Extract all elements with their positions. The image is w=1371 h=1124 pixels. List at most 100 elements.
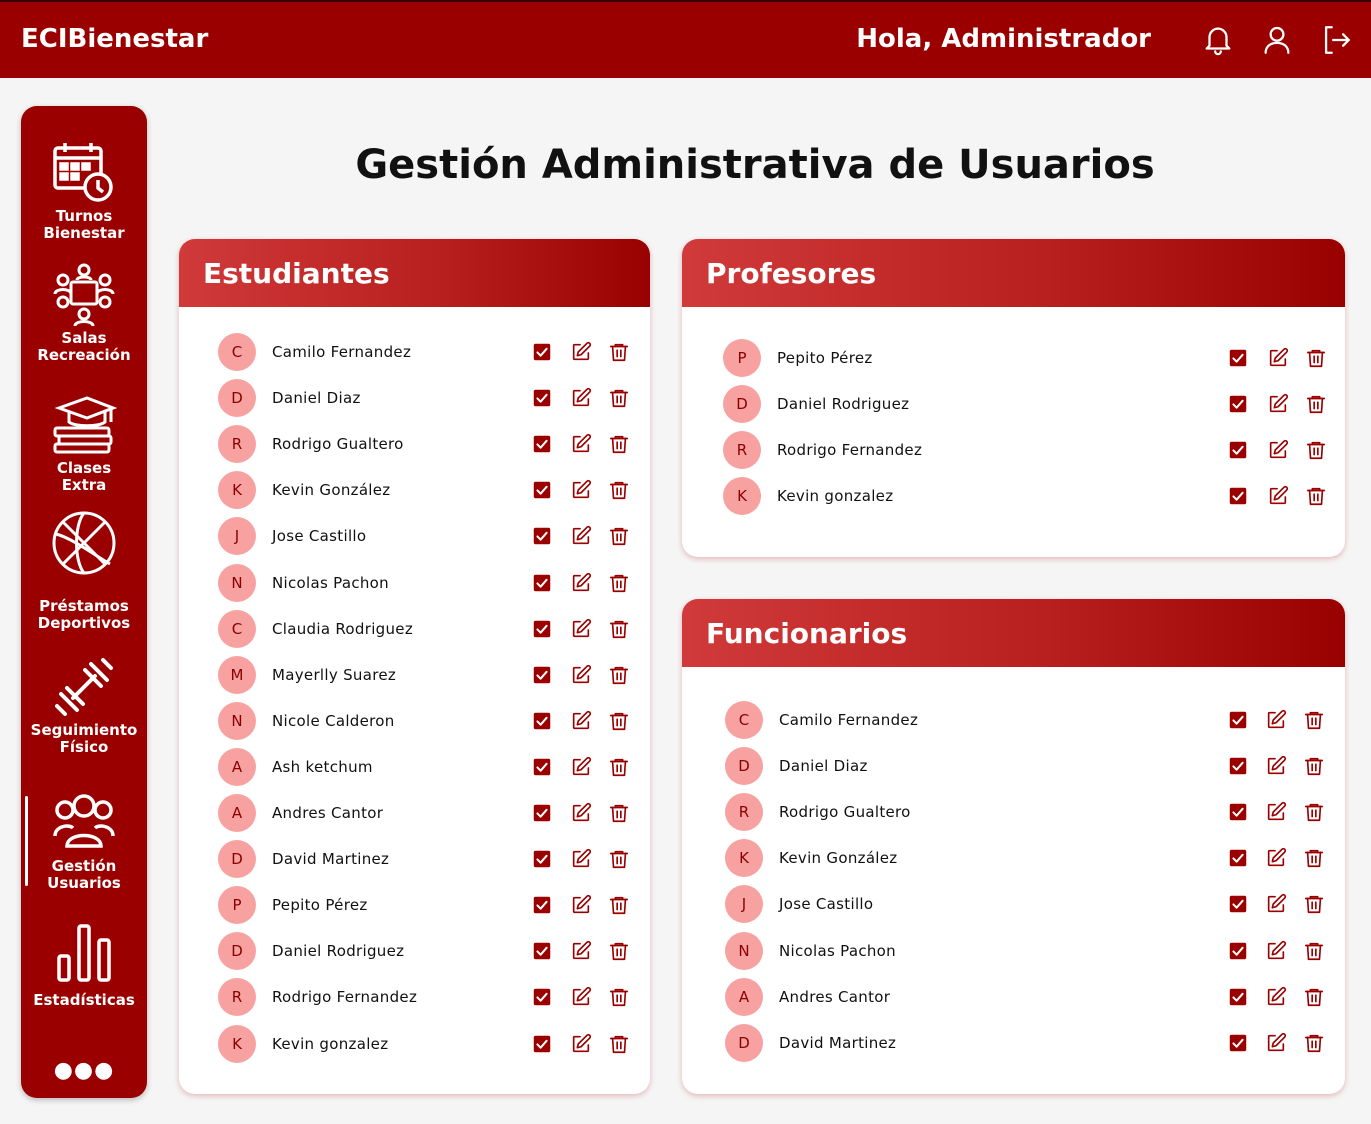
checkbox-icon[interactable] <box>1227 940 1249 962</box>
checkbox-icon[interactable] <box>531 848 553 870</box>
edit-icon[interactable] <box>570 341 592 363</box>
nav-label: Gestión Usuarios <box>47 857 121 892</box>
edit-icon[interactable] <box>570 479 592 501</box>
edit-icon[interactable] <box>1265 847 1287 869</box>
edit-icon[interactable] <box>570 802 592 824</box>
checkbox-icon[interactable] <box>531 986 553 1008</box>
logout-icon[interactable] <box>1318 22 1354 58</box>
trash-icon[interactable] <box>608 1033 630 1055</box>
checkbox-icon[interactable] <box>1227 847 1249 869</box>
trash-icon[interactable] <box>1305 439 1327 461</box>
trash-icon[interactable] <box>608 387 630 409</box>
edit-icon[interactable] <box>1265 801 1287 823</box>
trash-icon[interactable] <box>608 572 630 594</box>
edit-icon[interactable] <box>570 572 592 594</box>
trash-icon[interactable] <box>1305 485 1327 507</box>
edit-icon[interactable] <box>1265 755 1287 777</box>
trash-icon[interactable] <box>608 525 630 547</box>
trash-icon[interactable] <box>1305 347 1327 369</box>
brand-title[interactable]: ECIBienestar <box>21 24 208 54</box>
checkbox-icon[interactable] <box>531 756 553 778</box>
more-icon[interactable]: ●●● <box>21 1058 147 1083</box>
edit-icon[interactable] <box>570 848 592 870</box>
edit-icon[interactable] <box>1265 1032 1287 1054</box>
trash-icon[interactable] <box>1303 709 1325 731</box>
checkbox-icon[interactable] <box>1227 801 1249 823</box>
checkbox-icon[interactable] <box>1227 755 1249 777</box>
user-icon[interactable] <box>1259 22 1295 58</box>
edit-icon[interactable] <box>570 756 592 778</box>
checkbox-icon[interactable] <box>1227 986 1249 1008</box>
trash-icon[interactable] <box>1303 1032 1325 1054</box>
checkbox-icon[interactable] <box>1227 393 1249 415</box>
nav-item-seguimiento[interactable]: Seguimiento Físico <box>21 654 147 756</box>
edit-icon[interactable] <box>570 986 592 1008</box>
user-row: N Nicolas Pachon <box>682 931 1345 972</box>
edit-icon[interactable] <box>1267 485 1289 507</box>
checkbox-icon[interactable] <box>1227 439 1249 461</box>
edit-icon[interactable] <box>1267 393 1289 415</box>
edit-icon[interactable] <box>1265 940 1287 962</box>
edit-icon[interactable] <box>1265 986 1287 1008</box>
edit-icon[interactable] <box>570 1033 592 1055</box>
trash-icon[interactable] <box>608 710 630 732</box>
edit-icon[interactable] <box>570 433 592 455</box>
edit-icon[interactable] <box>1265 893 1287 915</box>
nav-item-turnos[interactable]: Turnos Bienestar <box>21 140 147 242</box>
checkbox-icon[interactable] <box>1227 1032 1249 1054</box>
calendar-clock-icon <box>53 143 113 202</box>
nav-item-salas[interactable]: Salas Recreación <box>21 262 147 364</box>
trash-icon[interactable] <box>608 618 630 640</box>
checkbox-icon[interactable] <box>1227 709 1249 731</box>
edit-icon[interactable] <box>570 387 592 409</box>
nav-label: Turnos Bienestar <box>43 207 125 242</box>
trash-icon[interactable] <box>608 341 630 363</box>
trash-icon[interactable] <box>608 802 630 824</box>
nav-item-estadisticas[interactable]: Estadísticas <box>21 920 147 1009</box>
edit-icon[interactable] <box>570 618 592 640</box>
checkbox-icon[interactable] <box>1227 347 1249 369</box>
edit-icon[interactable] <box>570 525 592 547</box>
checkbox-icon[interactable] <box>531 479 553 501</box>
trash-icon[interactable] <box>1303 893 1325 915</box>
trash-icon[interactable] <box>608 848 630 870</box>
trash-icon[interactable] <box>1303 801 1325 823</box>
trash-icon[interactable] <box>1303 940 1325 962</box>
trash-icon[interactable] <box>608 664 630 686</box>
trash-icon[interactable] <box>608 479 630 501</box>
trash-icon[interactable] <box>608 986 630 1008</box>
trash-icon[interactable] <box>1303 986 1325 1008</box>
trash-icon[interactable] <box>608 756 630 778</box>
checkbox-icon[interactable] <box>531 433 553 455</box>
trash-icon[interactable] <box>1303 755 1325 777</box>
trash-icon[interactable] <box>608 894 630 916</box>
checkbox-icon[interactable] <box>531 894 553 916</box>
nav-item-clases[interactable]: Clases Extra <box>21 392 147 494</box>
trash-icon[interactable] <box>608 433 630 455</box>
checkbox-icon[interactable] <box>531 1033 553 1055</box>
checkbox-icon[interactable] <box>531 618 553 640</box>
checkbox-icon[interactable] <box>531 525 553 547</box>
trash-icon[interactable] <box>1303 847 1325 869</box>
checkbox-icon[interactable] <box>531 664 553 686</box>
trash-icon[interactable] <box>608 940 630 962</box>
edit-icon[interactable] <box>1267 347 1289 369</box>
checkbox-icon[interactable] <box>531 572 553 594</box>
checkbox-icon[interactable] <box>1227 485 1249 507</box>
checkbox-icon[interactable] <box>531 940 553 962</box>
checkbox-icon[interactable] <box>531 387 553 409</box>
checkbox-icon[interactable] <box>531 341 553 363</box>
edit-icon[interactable] <box>1267 439 1289 461</box>
checkbox-icon[interactable] <box>531 802 553 824</box>
checkbox-icon[interactable] <box>1227 893 1249 915</box>
edit-icon[interactable] <box>1265 709 1287 731</box>
trash-icon[interactable] <box>1305 393 1327 415</box>
edit-icon[interactable] <box>570 710 592 732</box>
checkbox-icon[interactable] <box>531 710 553 732</box>
bell-icon[interactable] <box>1200 22 1236 58</box>
edit-icon[interactable] <box>570 940 592 962</box>
edit-icon[interactable] <box>570 664 592 686</box>
nav-item-gestion-usuarios[interactable]: Gestión Usuarios <box>21 790 147 892</box>
edit-icon[interactable] <box>570 894 592 916</box>
nav-item-prestamos[interactable]: Préstamos Deportivos <box>21 510 147 632</box>
